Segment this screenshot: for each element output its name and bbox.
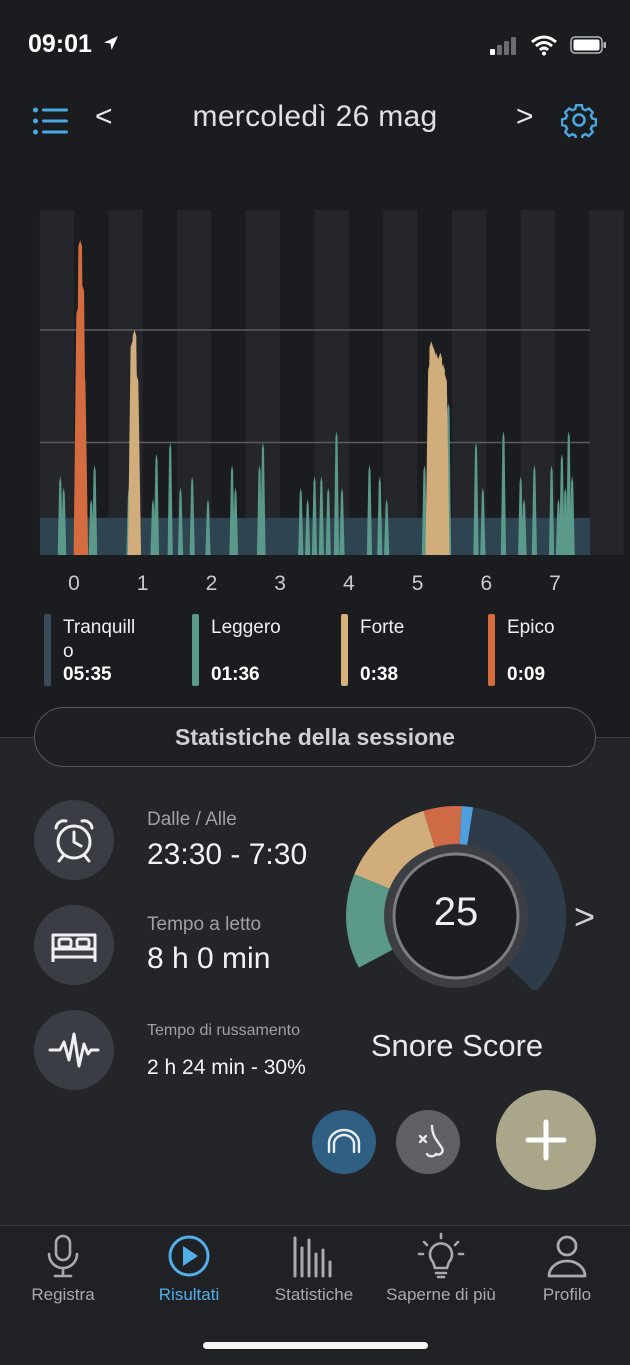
gear-icon xyxy=(560,103,598,141)
chart-band xyxy=(314,210,349,555)
session-stats-button[interactable]: Statistiche della sessione xyxy=(34,707,596,767)
bed-badge xyxy=(34,905,114,985)
snore-score-value: 25 xyxy=(433,890,479,934)
plus-icon xyxy=(525,1119,567,1161)
nose-icon xyxy=(418,1124,444,1158)
status-icons xyxy=(489,34,608,60)
x-tick-label: 3 xyxy=(274,572,286,595)
microphone-icon xyxy=(47,1234,79,1278)
x-tick-label: 4 xyxy=(343,572,355,595)
legend-swatch xyxy=(44,614,51,686)
location-arrow-icon xyxy=(103,36,118,50)
legend-value: 05:35 xyxy=(63,664,112,685)
person-icon xyxy=(547,1235,587,1278)
chart-band xyxy=(520,210,555,555)
x-tick-label: 0 xyxy=(68,572,80,595)
x-tick-label: 2 xyxy=(205,572,218,595)
mouthguard-icon xyxy=(327,1128,361,1154)
score-details-chevron-icon[interactable]: > xyxy=(574,896,595,938)
waveform-icon xyxy=(48,1032,100,1068)
x-tick-label: 7 xyxy=(549,572,561,595)
legend-label: Epico xyxy=(507,617,555,638)
next-day-button[interactable]: > xyxy=(516,100,534,134)
legend-label: Forte xyxy=(360,617,405,638)
legend-swatch xyxy=(488,614,495,686)
x-tick-label: 6 xyxy=(480,572,493,595)
status-time: 09:01 xyxy=(28,30,120,59)
time-range-label: Dalle / Alle xyxy=(147,809,237,830)
tab-label: Statistiche xyxy=(274,1285,354,1304)
legend-label: Leggero xyxy=(211,617,281,638)
chart-band xyxy=(451,210,487,555)
spike xyxy=(500,431,507,555)
legend-value: 01:36 xyxy=(211,664,260,685)
legend-label: Tranquillo xyxy=(63,617,136,662)
chart-band xyxy=(39,210,74,555)
legend-item-tranquillo: Tranquillo 05:35 xyxy=(44,612,164,688)
alarm-clock-icon xyxy=(54,819,94,863)
tab-label: Risultati xyxy=(158,1285,220,1304)
lightbulb-icon xyxy=(417,1232,465,1279)
mouthguard-remedy-button[interactable] xyxy=(312,1110,376,1174)
add-button[interactable] xyxy=(496,1090,596,1190)
spike xyxy=(167,442,173,555)
bed-time-label: Tempo a letto xyxy=(147,914,262,935)
battery-icon xyxy=(570,36,606,54)
cellular-signal-icon xyxy=(490,37,517,55)
snore-chart xyxy=(39,210,624,555)
spike xyxy=(377,476,383,555)
series-epico xyxy=(73,240,89,555)
wifi-icon xyxy=(530,35,557,56)
snore-time-value: 2 h 24 min - 30% xyxy=(147,1056,306,1079)
spike xyxy=(92,465,98,555)
spike xyxy=(366,465,373,555)
tab-label: Saperne di più xyxy=(386,1285,496,1304)
bar-chart-icon xyxy=(293,1236,332,1278)
waveform-badge xyxy=(34,1010,114,1090)
page-title: mercoledì 26 mag xyxy=(192,100,438,133)
chart-band xyxy=(177,210,212,555)
legend-item-epico: Epico 0:09 xyxy=(488,612,608,688)
legend-item-leggero: Leggero 01:36 xyxy=(192,612,312,688)
x-tick-label: 5 xyxy=(411,572,424,595)
tab-label: Registra xyxy=(31,1285,95,1304)
chart-band xyxy=(589,210,624,555)
alarm-clock-badge xyxy=(34,800,114,880)
snore-score-title: Snore Score xyxy=(370,1028,544,1063)
play-icon xyxy=(168,1235,210,1277)
spike xyxy=(153,453,160,555)
legend-value: 0:38 xyxy=(360,664,399,685)
settings-button[interactable] xyxy=(560,102,598,143)
bed-icon xyxy=(51,933,97,962)
time-range-value: 23:30 - 7:30 xyxy=(147,838,308,871)
chart-band xyxy=(383,210,418,555)
home-indicator xyxy=(203,1342,428,1349)
bed-time-value: 8 h 0 min xyxy=(147,942,271,975)
legend-swatch xyxy=(341,614,348,686)
x-tick-label: 1 xyxy=(136,572,149,595)
legend-value: 0:09 xyxy=(507,664,546,685)
legend-swatch xyxy=(192,614,199,686)
tab-label: Profilo xyxy=(542,1285,592,1304)
snore-time-label: Tempo di russamento xyxy=(147,1022,300,1039)
nose-remedy-button[interactable] xyxy=(396,1110,460,1174)
legend-item-forte: Forte 0:38 xyxy=(341,612,461,688)
